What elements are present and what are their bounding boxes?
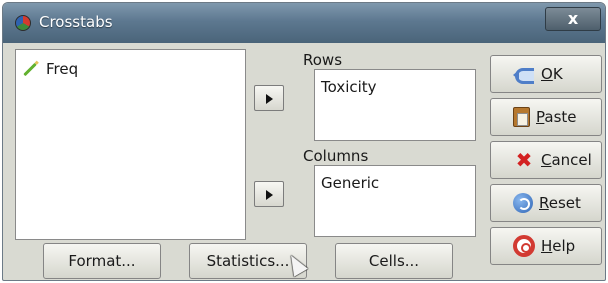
rows-label: Rows xyxy=(303,51,343,69)
close-button[interactable]: x xyxy=(545,7,601,31)
columns-label: Columns xyxy=(303,147,369,165)
move-to-columns-button[interactable] xyxy=(254,181,284,207)
rows-item[interactable]: Toxicity xyxy=(321,78,377,96)
move-to-rows-button[interactable] xyxy=(254,85,284,111)
ok-button[interactable]: OK xyxy=(490,55,602,93)
pencil-icon xyxy=(23,62,37,76)
variable-list[interactable]: Freq xyxy=(15,49,246,240)
paste-label: Paste xyxy=(536,108,577,126)
cancel-icon: ✖ xyxy=(515,148,533,172)
ok-icon xyxy=(513,64,535,84)
app-icon xyxy=(15,15,31,31)
reset-label: Reset xyxy=(539,194,581,212)
rows-list[interactable]: Toxicity xyxy=(314,69,476,141)
paste-icon xyxy=(513,107,530,127)
help-button[interactable]: Help xyxy=(490,227,602,265)
format-button[interactable]: Format... xyxy=(43,243,161,279)
help-label: Help xyxy=(541,237,576,255)
cancel-label: Cancel xyxy=(541,151,592,169)
columns-item[interactable]: Generic xyxy=(321,174,379,192)
reset-button[interactable]: Reset xyxy=(490,184,602,222)
cells-button[interactable]: Cells... xyxy=(335,243,453,279)
help-icon xyxy=(513,235,535,257)
ok-label: OK xyxy=(541,65,563,83)
variable-label: Freq xyxy=(46,60,79,78)
crosstabs-dialog: Crosstabs x Freq Rows Toxicity Columns G… xyxy=(2,2,606,281)
list-item[interactable]: Freq xyxy=(22,60,78,78)
window-title: Crosstabs xyxy=(39,13,113,31)
reset-icon xyxy=(513,193,533,213)
title-bar[interactable]: Crosstabs x xyxy=(3,3,605,43)
columns-list[interactable]: Generic xyxy=(314,165,476,237)
cancel-button[interactable]: ✖ Cancel xyxy=(490,141,602,179)
paste-button[interactable]: Paste xyxy=(490,98,602,136)
right-arrow-icon xyxy=(266,94,273,104)
right-arrow-icon xyxy=(266,190,273,200)
